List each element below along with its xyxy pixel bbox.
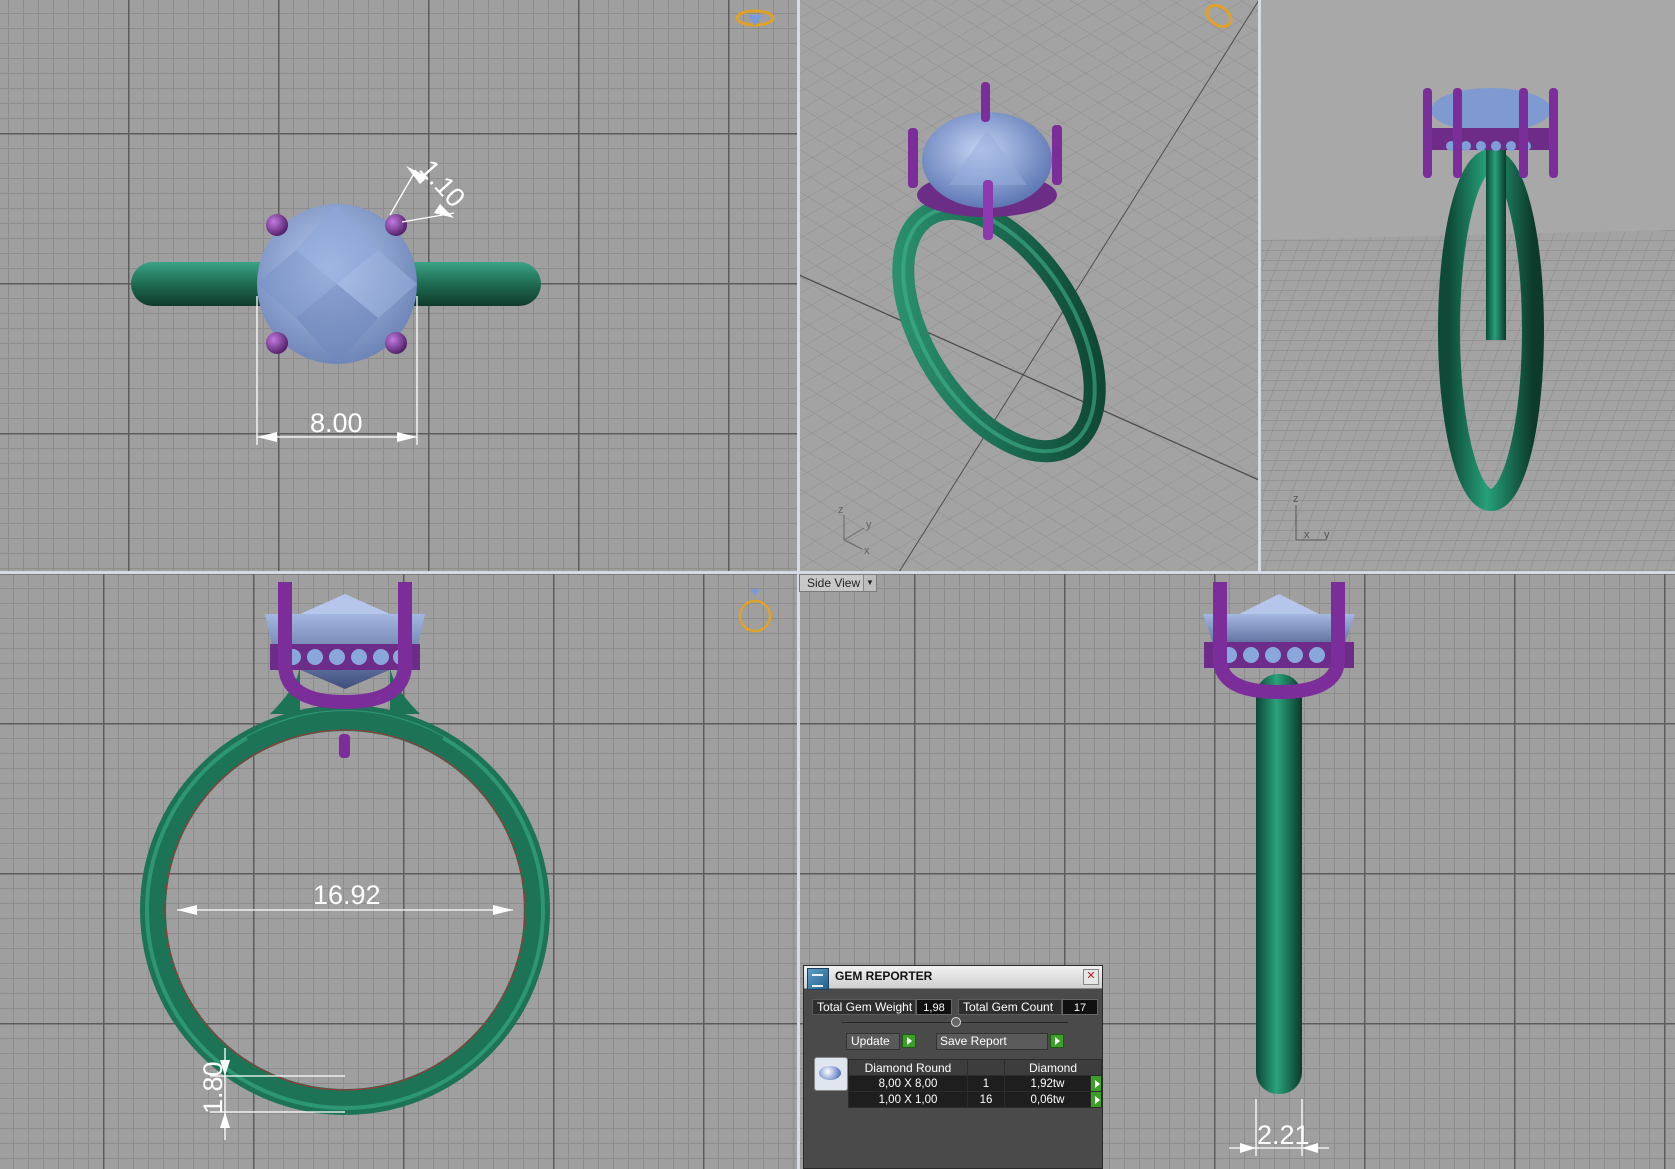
prong	[1052, 125, 1062, 185]
gem-reporter-panel[interactable]: GEM REPORTER ✕ Total Gem Weight 1,98 Tot…	[803, 965, 1103, 1169]
column-header	[967, 1059, 1005, 1076]
gem-count-cell: 1	[967, 1075, 1005, 1092]
render-viewport[interactable]: z x y	[1261, 0, 1675, 572]
front-view-scene: 16.92 1.80	[140, 582, 772, 1140]
svg-text:y: y	[1324, 529, 1330, 541]
prong	[1549, 88, 1558, 178]
total-gem-weight-value: 1,98	[916, 999, 952, 1015]
front-viewport[interactable]: 16.92 1.80	[0, 574, 797, 1169]
total-gem-count-label: Total Gem Count	[958, 999, 1062, 1015]
chevron-down-icon[interactable]: ▼	[863, 575, 876, 591]
save-report-button[interactable]: Save Report	[936, 1033, 1064, 1050]
prong	[983, 180, 993, 240]
dimension-label: 1.80	[198, 1061, 228, 1114]
column-header: Diamond	[1004, 1059, 1102, 1076]
dimension-label: 1.10	[414, 154, 471, 213]
close-button[interactable]: ✕	[1083, 969, 1099, 985]
shank-side	[1256, 674, 1302, 1094]
play-icon[interactable]	[1090, 1075, 1102, 1092]
top-view-scene: 8.00 1.10	[131, 9, 775, 445]
gem-size-cell: 1,00 X 1,00	[848, 1091, 968, 1108]
total-gem-count-value: 17	[1062, 999, 1098, 1015]
prong-ball	[385, 332, 407, 354]
render-scene: z x y	[1261, 88, 1675, 572]
view-type-dropdown[interactable]: Side View ▼	[799, 574, 877, 592]
play-icon	[902, 1034, 916, 1048]
svg-text:x: x	[1304, 529, 1310, 541]
dimension-label: 16.92	[313, 880, 381, 910]
panel-resize-handle[interactable]	[951, 1017, 961, 1027]
prong-ball	[266, 214, 288, 236]
svg-text:z: z	[838, 504, 844, 516]
play-icon[interactable]	[1090, 1091, 1102, 1108]
column-header: Diamond Round	[848, 1059, 968, 1076]
save-report-button-label: Save Report	[940, 1034, 1007, 1048]
perspective-scene: z y x	[799, 0, 1259, 572]
svg-text:y: y	[866, 519, 872, 531]
gem-size-cell: 8,00 X 8,00	[848, 1075, 968, 1092]
table-header-row: Diamond Round Diamond	[848, 1059, 1102, 1076]
play-icon	[1050, 1034, 1064, 1048]
diamond-round-icon	[814, 1057, 848, 1091]
gem-reporter-titlebar[interactable]: GEM REPORTER ✕	[804, 966, 1102, 990]
svg-text:z: z	[1293, 493, 1299, 505]
svg-text:x: x	[864, 545, 870, 557]
gem-weight-cell: 1,92tw	[1004, 1075, 1091, 1092]
prong	[908, 128, 918, 188]
table-row[interactable]: 1,00 X 1,00 16 0,06tw	[848, 1091, 1102, 1108]
prong-ball	[385, 214, 407, 236]
update-button[interactable]: Update	[846, 1033, 916, 1050]
view-orientation-icon	[738, 589, 772, 633]
prong	[339, 734, 350, 758]
gem-weight-cell: 0,06tw	[1004, 1091, 1091, 1108]
center-gem-render	[1431, 88, 1551, 132]
prong	[1453, 88, 1462, 178]
prong	[981, 82, 990, 122]
panel-title: GEM REPORTER	[835, 969, 933, 983]
top-viewport[interactable]: 8.00 1.10	[0, 0, 797, 572]
dimension-label: 8.00	[310, 408, 363, 438]
total-gem-weight-label: Total Gem Weight	[812, 999, 916, 1015]
dimension-label: 2.21	[1257, 1120, 1310, 1150]
perspective-viewport[interactable]: z y x	[799, 0, 1259, 572]
prong	[1519, 88, 1528, 178]
prong	[1423, 88, 1432, 178]
update-button-label: Update	[851, 1034, 890, 1048]
report-icon	[807, 968, 829, 990]
prong-ball	[266, 332, 288, 354]
viewport-divider[interactable]	[1258, 0, 1261, 572]
table-row[interactable]: 8,00 X 8,00 1 1,92tw	[848, 1075, 1102, 1092]
view-type-label: Side View	[807, 576, 861, 590]
view-orientation-icon	[735, 9, 775, 27]
gem-table: Diamond Round Diamond 8,00 X 8,00 1 1,92…	[848, 1059, 1102, 1108]
gem-count-cell: 16	[967, 1091, 1005, 1108]
